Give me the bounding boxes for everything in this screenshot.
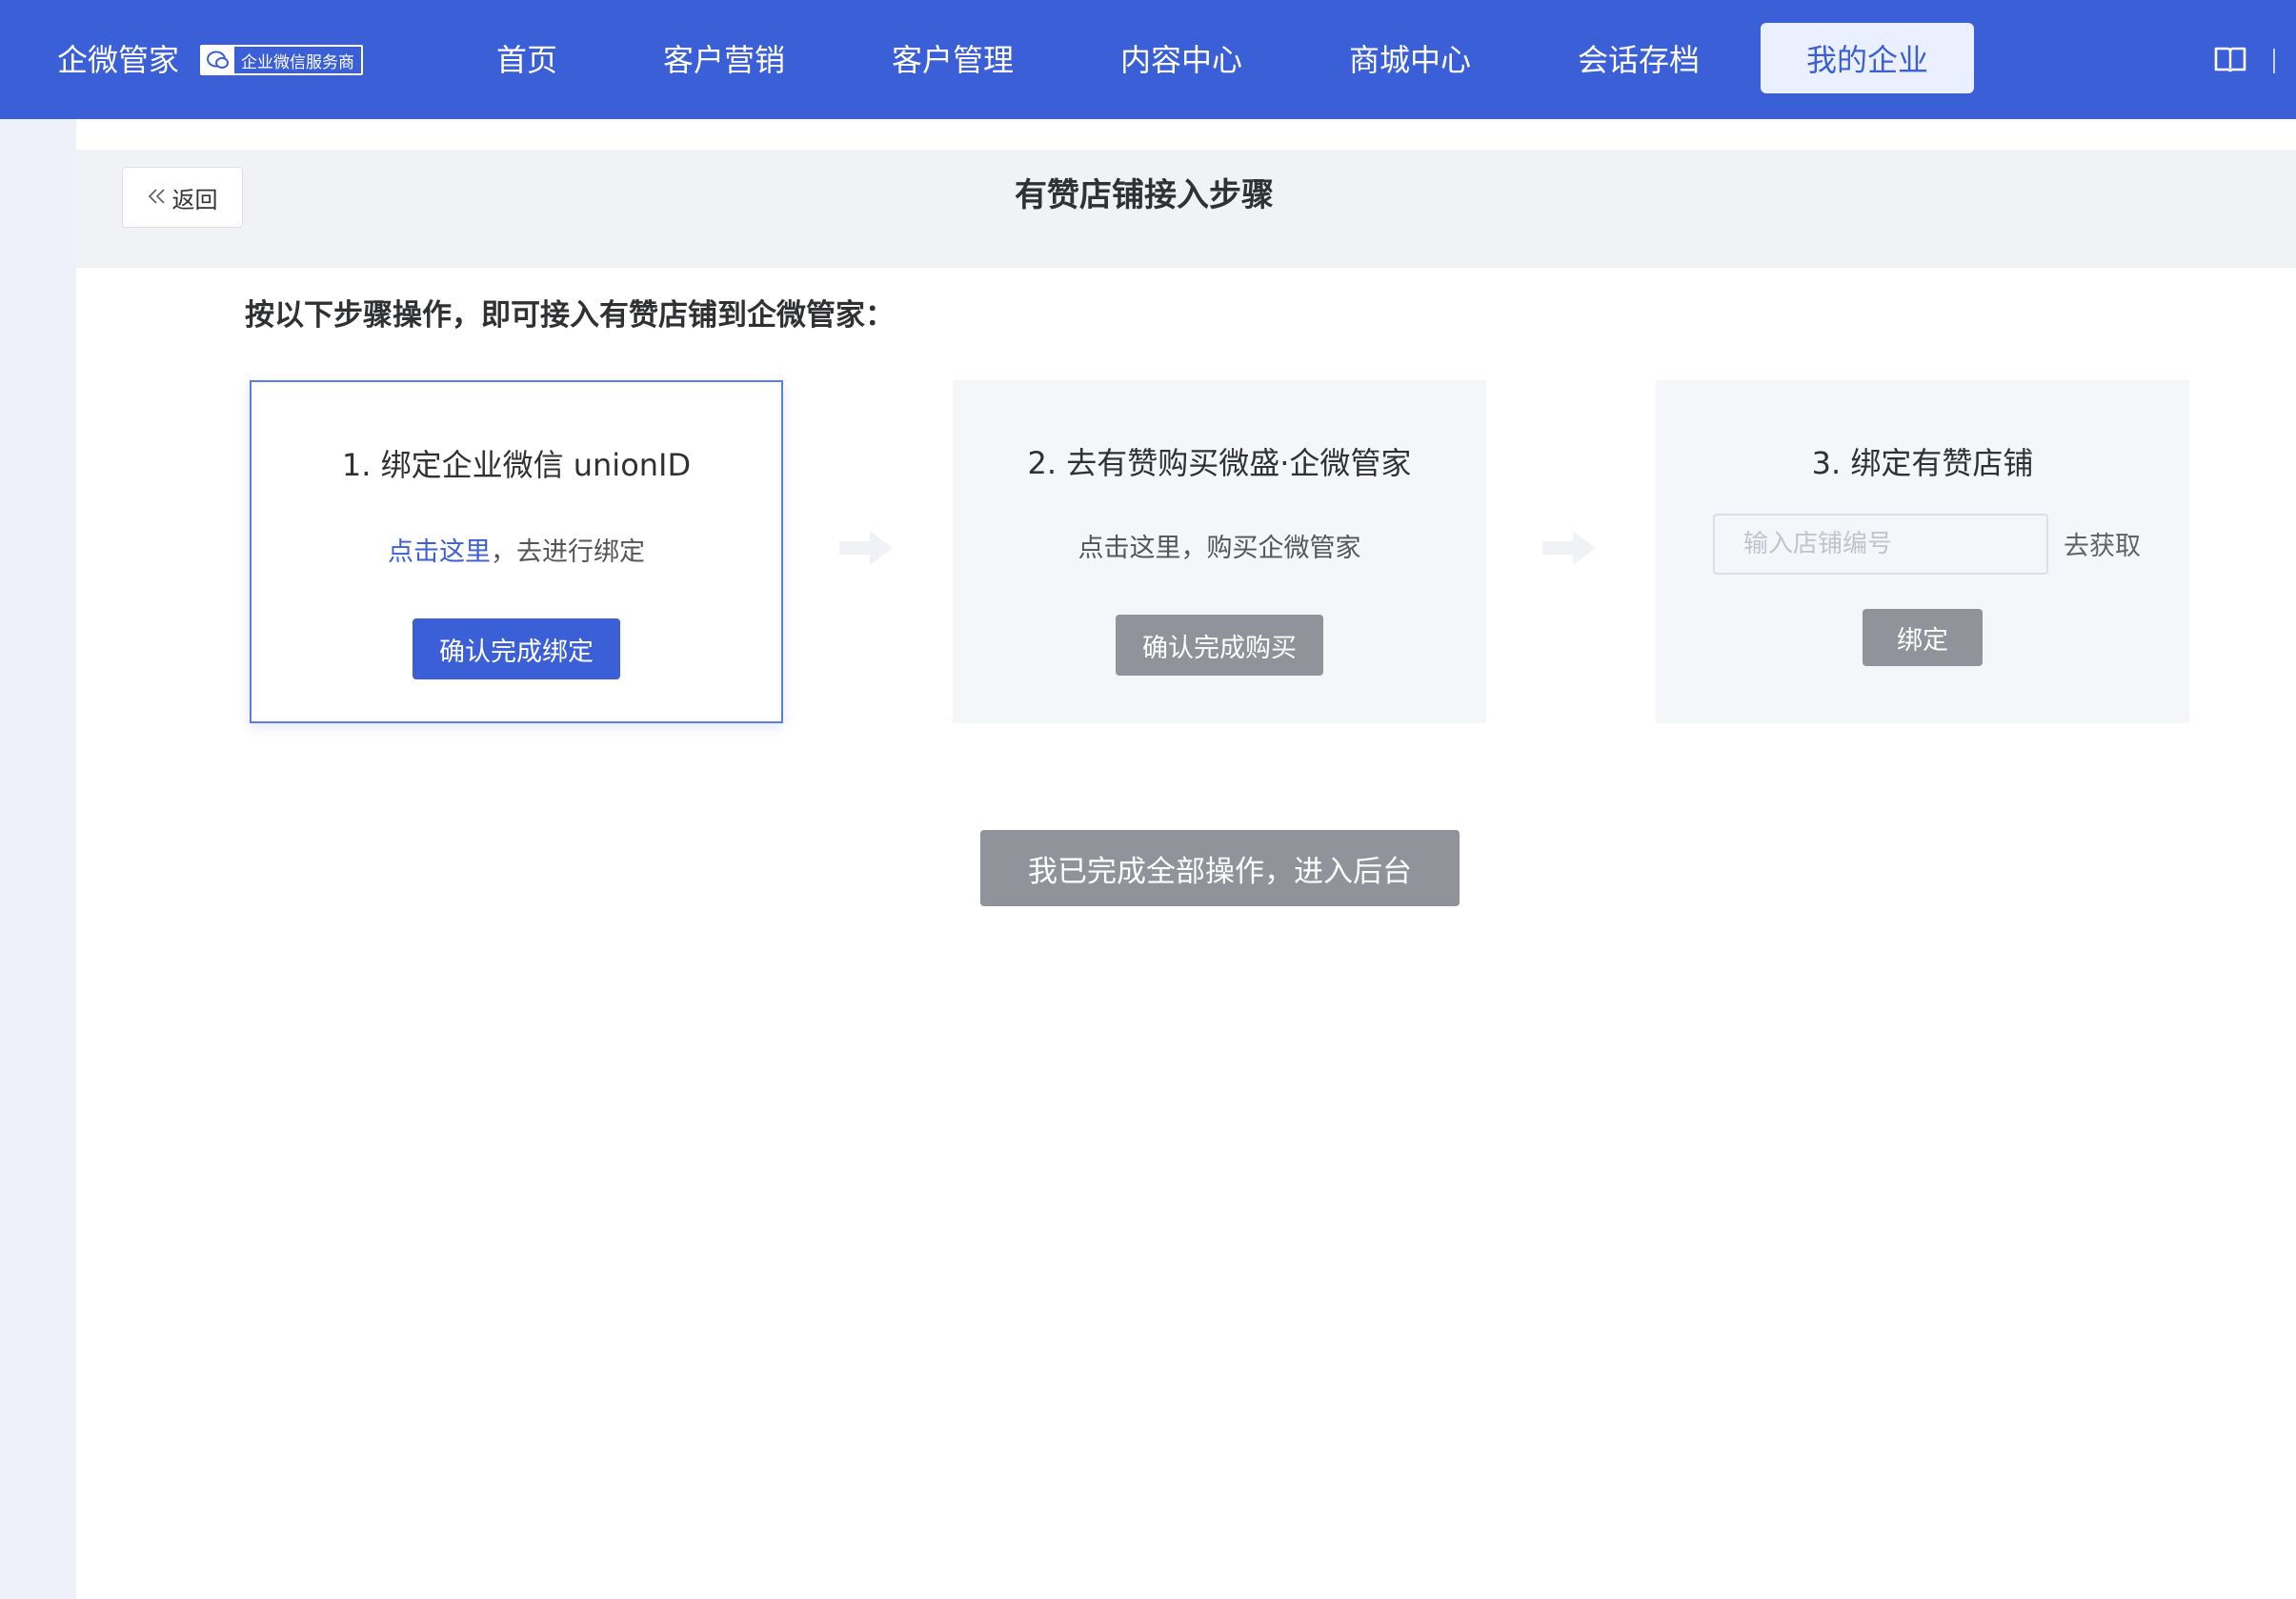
bind-store-button[interactable]: 绑定 (1863, 609, 1983, 666)
confirm-purchase-button[interactable]: 确认完成购买 (1116, 615, 1323, 676)
nav-item-chat-archive[interactable]: 会话存档 (1562, 23, 1715, 93)
page-title: 有赞店铺接入步骤 (1015, 176, 1274, 214)
top-navigation-bar: 企微管家 企业微信服务商 首页 客户营销 客户管理 内容中心 商城中心 会话存档… (0, 0, 2296, 119)
header-divider (2273, 49, 2275, 73)
enter-dashboard-button[interactable]: 我已完成全部操作，进入后台 (980, 830, 1460, 906)
step-title: 3. 绑定有赞店铺 (1811, 445, 2034, 481)
nav-item-my-enterprise[interactable]: 我的企业 (1761, 23, 1974, 93)
nav-item-customer-management[interactable]: 客户管理 (876, 23, 1029, 93)
step-title: 1. 绑定企业微信 unionID (341, 447, 692, 483)
badge-label: 企业微信服务商 (241, 52, 354, 72)
step-card-2: 2. 去有赞购买微盛·企微管家 点击这里，购买企微管家 确认完成购买 (953, 380, 1486, 723)
intro-text: 按以下步骤操作，即可接入有赞店铺到企微管家： (245, 298, 895, 333)
service-provider-badge: 企业微信服务商 (200, 45, 363, 75)
store-id-input[interactable] (1713, 514, 2048, 575)
brand-name[interactable]: 企微管家 (57, 40, 179, 80)
buy-link-text[interactable]: 点击这里，购买企微管家 (953, 527, 1486, 564)
fetch-store-id-link[interactable]: 去获取 (2064, 525, 2141, 562)
step-card-1: 1. 绑定企业微信 unionID 点击这里，去进行绑定 确认完成绑定 (250, 380, 783, 723)
arrow-right-icon (839, 531, 893, 565)
step-description-rest: ，去进行绑定 (491, 537, 645, 567)
book-icon[interactable] (2214, 45, 2246, 77)
nav-item-customer-marketing[interactable]: 客户营销 (648, 23, 800, 93)
nav-item-mall-center[interactable]: 商城中心 (1334, 23, 1486, 93)
arrow-right-icon (1542, 531, 1596, 565)
step-description: 点击这里，去进行绑定 (252, 531, 781, 568)
bind-unionid-link[interactable]: 点击这里 (388, 537, 491, 567)
header-actions (2214, 42, 2275, 80)
step-card-3: 3. 绑定有赞店铺 去获取 绑定 (1656, 380, 2189, 723)
nav-item-home[interactable]: 首页 (476, 23, 577, 93)
nav-item-content-center[interactable]: 内容中心 (1105, 23, 1258, 93)
chat-bubble-icon (202, 47, 234, 73)
step-title: 2. 去有赞购买微盛·企微管家 (1027, 445, 1412, 481)
content-panel: 返回 有赞店铺接入步骤 按以下步骤操作，即可接入有赞店铺到企微管家： 1. 绑定… (76, 119, 2296, 1599)
confirm-bind-button[interactable]: 确认完成绑定 (413, 618, 620, 679)
